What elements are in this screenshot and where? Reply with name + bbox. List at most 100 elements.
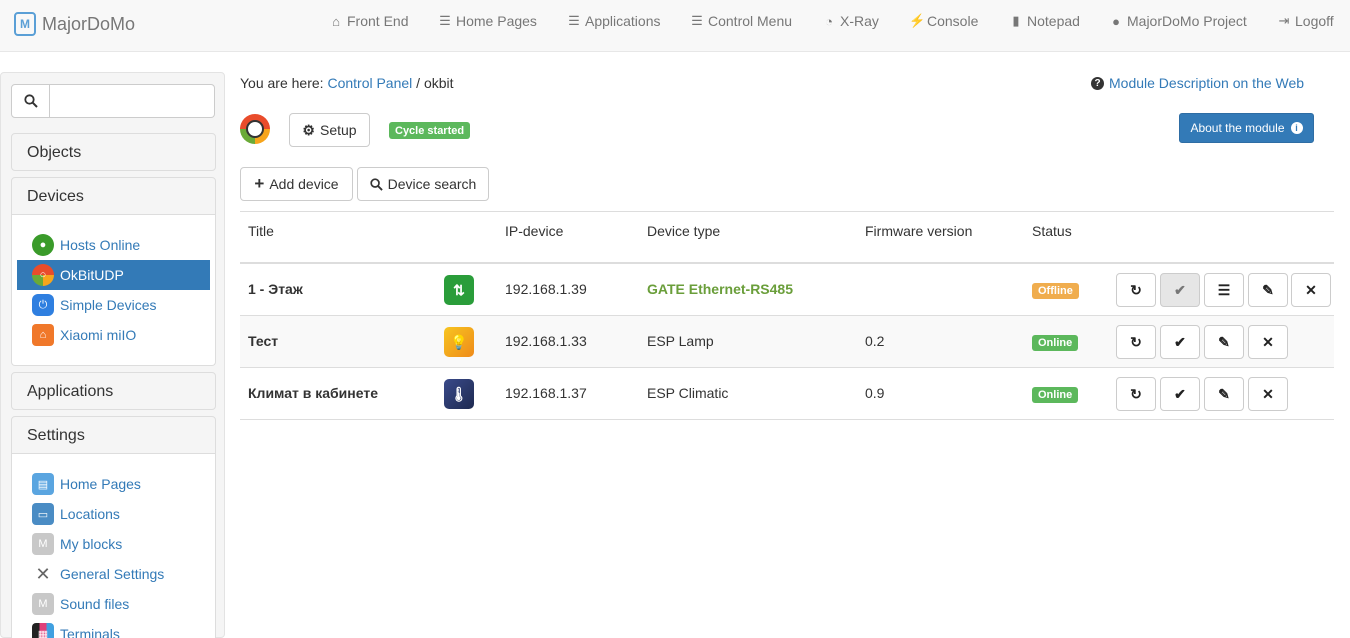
setup-label: Setup <box>319 122 357 138</box>
majordomo-block-icon: M <box>32 593 54 615</box>
breadcrumb-control-panel[interactable]: Control Panel <box>327 75 412 91</box>
refresh-button[interactable]: ↻ <box>1116 377 1156 411</box>
th-list-icon: ☰ <box>568 13 580 28</box>
nav-front-end[interactable]: ⌂ Front End <box>329 13 408 29</box>
table-row: Климат в кабинете 🌡 192.168.1.37 ESP Cli… <box>240 368 1334 420</box>
th-list-icon: ☰ <box>439 13 451 28</box>
check-button[interactable]: ✔ <box>1160 377 1200 411</box>
info-icon: i <box>1290 122 1303 134</box>
refresh-button[interactable]: ↻ <box>1116 273 1156 307</box>
panel-settings[interactable]: Settings <box>11 416 216 454</box>
header-firmware: Firmware version <box>865 223 973 239</box>
edit-button[interactable]: ✎ <box>1248 273 1288 307</box>
table-row: 1 - Этаж ⇅ 192.168.1.39 GATE Ethernet-RS… <box>240 264 1334 316</box>
sidebar-item-label: Home Pages <box>60 476 141 492</box>
majordomo-logo-icon: M <box>14 12 36 36</box>
nav-majordomo-project[interactable]: ● MajorDoMo Project <box>1109 13 1247 29</box>
setup-button[interactable]: ⚙ Setup <box>289 113 370 147</box>
nav-label: X-Ray <box>840 13 879 29</box>
sidebar-item-general-settings[interactable]: ✕ General Settings <box>17 559 210 589</box>
sidebar-item-my-blocks[interactable]: M My blocks <box>17 529 210 559</box>
device-type-link[interactable]: GATE Ethernet-RS485 <box>647 281 793 297</box>
panel-devices[interactable]: Devices <box>11 177 216 215</box>
sidebar-item-label: Simple Devices <box>60 297 157 313</box>
pencil-icon: ✎ <box>1262 281 1274 298</box>
nav-label: Control Menu <box>708 13 793 29</box>
device-search-button[interactable]: Device search <box>357 167 489 201</box>
nav-logoff[interactable]: ⇥ Logoff <box>1277 13 1334 29</box>
module-description-label: Module Description on the Web <box>1109 75 1305 91</box>
search-button[interactable] <box>11 84 50 118</box>
add-device-button[interactable]: + Add device <box>240 167 353 201</box>
th-list-icon: ☰ <box>691 13 703 28</box>
nav-applications[interactable]: ☰ Applications <box>567 13 661 29</box>
nav-home-pages[interactable]: ☰ Home Pages <box>438 13 537 29</box>
device-firmware: 0.2 <box>865 333 885 349</box>
ok-circle-icon: ✔ <box>1174 333 1186 350</box>
edit-button[interactable]: ✎ <box>1204 325 1244 359</box>
sidebar-item-sound-files[interactable]: M Sound files <box>17 589 210 619</box>
sidebar-search <box>11 84 215 118</box>
nav-label: MajorDoMo Project <box>1127 13 1247 29</box>
refresh-button[interactable]: ↻ <box>1116 325 1156 359</box>
breadcrumb: You are here: Control Panel / okbit <box>240 75 454 91</box>
device-type: ESP Lamp <box>647 333 714 349</box>
home-icon: ⌂ <box>332 13 340 29</box>
sidebar-item-label: Hosts Online <box>60 237 141 253</box>
header-title: Title <box>248 223 274 239</box>
nav-console[interactable]: ⚡ Console <box>909 13 978 29</box>
nav-notepad[interactable]: ▮ Notepad <box>1009 13 1080 29</box>
check-button[interactable]: ✔ <box>1160 273 1200 307</box>
status-badge: Online <box>1032 387 1079 403</box>
delete-button[interactable]: ✕ <box>1248 325 1288 359</box>
add-device-label: Add device <box>269 176 339 192</box>
devices-list: ● Hosts Online ○ OkBitUDP ⏻ Simple Devices … <box>11 215 216 366</box>
th-list-icon: ☰ <box>1217 281 1231 298</box>
delete-button[interactable]: ✕ <box>1291 273 1331 307</box>
nav-label: Notepad <box>1027 13 1080 29</box>
sidebar-item-okbitudp[interactable]: ○ OkBitUDP <box>17 260 210 290</box>
status-badge: Offline <box>1032 283 1079 299</box>
sidebar-item-label: Locations <box>60 506 120 522</box>
sidebar-item-xiaomi-miio[interactable]: ⌂ Xiaomi miIO <box>17 320 210 350</box>
edit-button[interactable]: ✎ <box>1204 377 1244 411</box>
hosts-online-icon: ● <box>32 234 54 256</box>
list-button[interactable]: ☰ <box>1204 273 1244 307</box>
nav-label: Applications <box>585 13 661 29</box>
sidebar-item-hosts-online[interactable]: ● Hosts Online <box>17 230 210 260</box>
sidebar-item-label: Terminals <box>60 626 120 638</box>
sidebar-item-simple-devices[interactable]: ⏻ Simple Devices <box>17 290 210 320</box>
about-module-button[interactable]: About the module i <box>1179 113 1314 143</box>
folder-home-icon: ▭ <box>32 503 54 525</box>
lamp-icon: 💡 <box>444 327 474 357</box>
device-ip: 192.168.1.37 <box>505 385 587 401</box>
panel-applications[interactable]: Applications <box>11 372 216 410</box>
sidebar-item-home-pages[interactable]: ▤ Home Pages <box>17 469 210 499</box>
header-status: Status <box>1032 223 1072 239</box>
device-ip: 192.168.1.39 <box>505 281 587 297</box>
nav-control-menu[interactable]: ☰ Control Menu <box>690 13 792 29</box>
delete-button[interactable]: ✕ <box>1248 377 1288 411</box>
check-button[interactable]: ✔ <box>1160 325 1200 359</box>
search-input[interactable] <box>50 84 215 118</box>
sidebar-item-locations[interactable]: ▭ Locations <box>17 499 210 529</box>
device-firmware: 0.9 <box>865 385 885 401</box>
sidebar-item-label: General Settings <box>60 566 165 582</box>
sidebar-item-terminals[interactable]: ▦ Terminals <box>17 619 210 638</box>
brand-name: MajorDoMo <box>42 13 136 34</box>
brand[interactable]: M MajorDoMo <box>14 12 135 36</box>
remove-icon: ✕ <box>1305 281 1317 298</box>
okbit-module-logo-icon <box>240 114 270 144</box>
device-title: 1 - Этаж <box>248 281 303 297</box>
panel-objects[interactable]: Objects <box>11 133 216 171</box>
refresh-icon: ↻ <box>1130 333 1142 350</box>
status-badge: Online <box>1032 335 1079 351</box>
thermometer-icon: 🌡 <box>444 379 474 409</box>
device-title: Тест <box>248 333 279 349</box>
module-description-link[interactable]: ? Module Description on the Web <box>1091 75 1304 91</box>
gear-icon: ⚙ <box>302 121 315 138</box>
nav-x-ray[interactable]: ◔ X-Ray <box>822 13 879 29</box>
top-navbar: M MajorDoMo ⌂ Front End ☰ Home Pages ☰ Appl… <box>0 0 1350 52</box>
power-icon: ⏻ <box>32 294 54 316</box>
book-icon: ▮ <box>1012 13 1020 28</box>
